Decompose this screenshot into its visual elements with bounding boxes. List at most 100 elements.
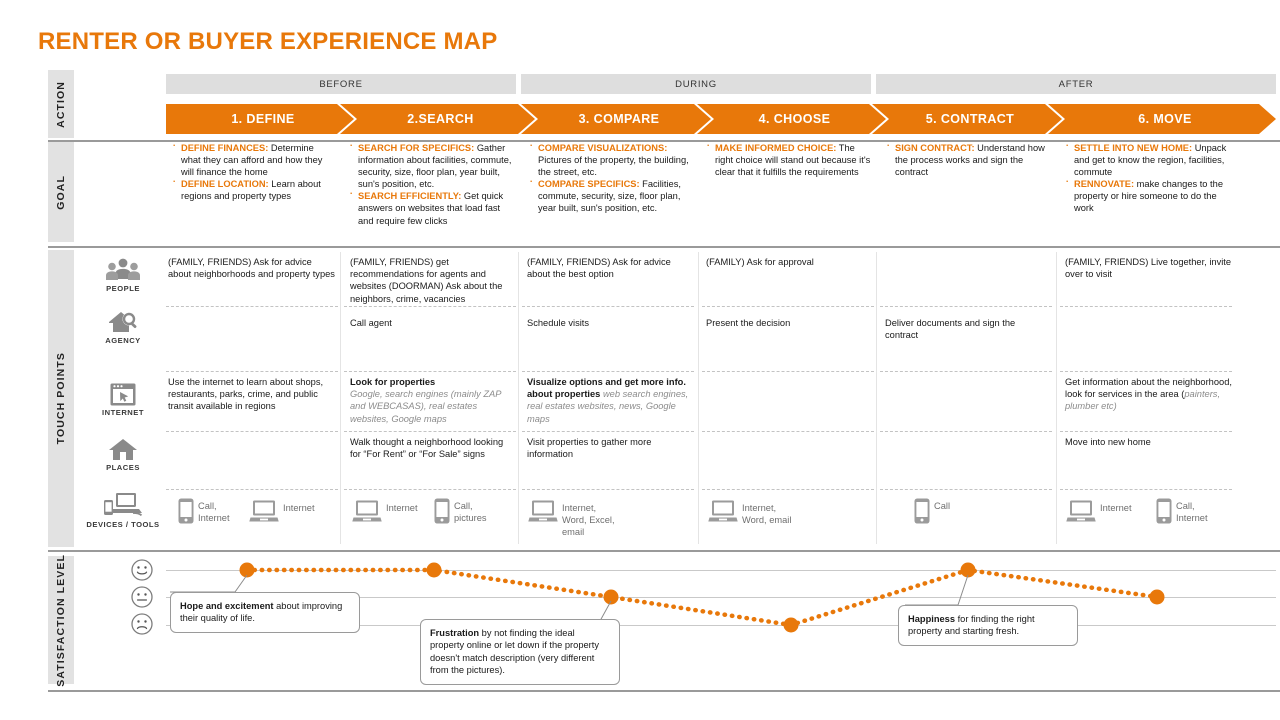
agency-search-icon <box>109 312 137 332</box>
callout-happiness: Happiness for finding the right property… <box>898 605 1078 646</box>
row-divider <box>344 371 516 372</box>
stage-1-define[interactable]: 1. DEFINE <box>166 104 354 134</box>
row-divider <box>344 489 516 490</box>
row-divider <box>166 431 338 432</box>
row-divider <box>880 306 1052 307</box>
experience-map-canvas: RENTER OR BUYER EXPERIENCE MAP ACTION GO… <box>0 0 1280 720</box>
band-label-satisfaction-text: SATISFACTION LEVEL <box>55 553 67 687</box>
callout-frustration: Frustration by not finding the ideal pro… <box>420 619 620 685</box>
band-label-goal: GOAL <box>48 142 74 242</box>
device-label: Internet, Word, Excel, email <box>562 503 615 538</box>
touchpoint-row-places: PLACES <box>92 437 154 472</box>
touchpoint-cell-people-4: (FAMILY) Ask for approval <box>706 257 814 267</box>
band-label-touch-points: TOUCH POINTS <box>48 250 74 547</box>
touchpoint-cell-people-3: (FAMILY, FRIENDS) Ask for advice about t… <box>527 257 671 280</box>
device-label: Call, pictures <box>454 501 487 524</box>
phone-icon <box>1156 498 1172 524</box>
touchpoint-cell-agency-5: Deliver documents and sign the contract <box>885 318 1016 341</box>
column-divider <box>876 252 877 544</box>
goal-item: DEFINE FINANCES: Determine what they can… <box>170 139 334 178</box>
device-label: Internet <box>386 503 418 513</box>
satisfaction-gridline-happy <box>166 570 1276 571</box>
stage-4-choose[interactable]: 4. CHOOSE <box>697 104 886 134</box>
row-divider <box>344 306 516 307</box>
device-item: Internet <box>249 500 315 524</box>
sad-face-icon <box>131 613 153 635</box>
row-divider <box>880 371 1052 372</box>
divider-touchpoints-satisfaction <box>48 550 1280 552</box>
laptop-icon <box>352 500 382 522</box>
divider-goal-touchpoints <box>48 246 1280 248</box>
touchpoint-row-people: PEOPLE <box>92 258 154 293</box>
stage-2-search[interactable]: 2.SEARCH <box>340 104 535 134</box>
row-divider <box>522 306 694 307</box>
touchpoint-cell-internet-2: Look for properties Google, search engine… <box>350 377 502 424</box>
row-divider <box>880 431 1052 432</box>
phone-icon <box>914 498 930 524</box>
touchpoint-label-internet: INTERNET <box>102 408 144 417</box>
goal-cell-move: SETTLE INTO NEW HOME: Unpack and get to … <box>1063 139 1235 215</box>
goal-cell-choose: MAKE INFORMED CHOICE: The right choice w… <box>704 139 874 178</box>
band-label-satisfaction: SATISFACTION LEVEL <box>48 553 74 687</box>
touchpoint-cell-people-2: (FAMILY, FRIENDS) get recommendations fo… <box>350 257 503 304</box>
stage-4-label: 4. CHOOSE <box>758 112 831 126</box>
touchpoint-cell-agency-4: Present the decision <box>706 318 791 328</box>
device-item: Internet <box>352 500 418 524</box>
goal-cell-compare: COMPARE VISUALIZATIONS: Pictures of the … <box>527 139 693 215</box>
goal-item: RENNOVATE: make changes to the property … <box>1063 175 1235 214</box>
stage-6-move[interactable]: 6. MOVE <box>1048 104 1276 134</box>
device-item: Internet, Word, Excel, email <box>528 500 615 539</box>
row-divider <box>880 489 1052 490</box>
touchpoint-label-devices: DEVICES / TOOLS <box>86 520 160 529</box>
stage-3-compare[interactable]: 3. COMPARE <box>521 104 711 134</box>
neutral-face-icon <box>131 586 153 608</box>
page-title: RENTER OR BUYER EXPERIENCE MAP <box>38 28 498 55</box>
phase-label-after: AFTER <box>1058 78 1094 90</box>
goal-cell-search: SEARCH FOR SPECIFICS: Gather information… <box>347 139 515 227</box>
goal-item: MAKE INFORMED CHOICE: The right choice w… <box>704 139 874 178</box>
device-label: Internet, Word, email <box>742 503 792 526</box>
row-divider <box>522 371 694 372</box>
device-label: Internet <box>283 503 315 513</box>
row-divider <box>166 489 338 490</box>
touchpoint-cell-people-6: (FAMILY, FRIENDS) Live together, invite … <box>1065 257 1232 280</box>
stage-5-label: 5. CONTRACT <box>925 112 1015 126</box>
row-divider <box>702 306 874 307</box>
touchpoint-cell-agency-2: Call agent <box>350 318 392 328</box>
goal-item: SIGN CONTRACT: Understand how the proces… <box>884 139 1052 178</box>
stage-5-contract[interactable]: 5. CONTRACT <box>872 104 1062 134</box>
phase-bar-during: DURING <box>521 74 871 94</box>
row-divider <box>522 431 694 432</box>
touchpoint-cell-internet-1: Use the internet to learn about shops, r… <box>168 377 324 412</box>
device-label: Call, Internet <box>1176 501 1208 524</box>
touchpoint-cell-agency-3: Schedule visits <box>527 318 590 328</box>
goal-cell-define: DEFINE FINANCES: Determine what they can… <box>170 139 334 202</box>
touchpoint-row-internet: INTERNET <box>92 383 154 417</box>
goal-item: SETTLE INTO NEW HOME: Unpack and get to … <box>1063 139 1235 178</box>
band-label-action: ACTION <box>48 70 74 138</box>
device-label: Call <box>934 501 951 511</box>
people-icon <box>106 258 140 280</box>
band-label-action-text: ACTION <box>55 80 67 128</box>
divider-bottom <box>48 690 1280 692</box>
row-divider <box>702 371 874 372</box>
phase-label-before: BEFORE <box>319 78 363 90</box>
row-divider <box>522 489 694 490</box>
touchpoint-cell-people-1: (FAMILY, FRIENDS) Ask for advice about n… <box>168 257 335 280</box>
column-divider <box>340 252 341 544</box>
band-label-touch-points-text: TOUCH POINTS <box>55 352 67 445</box>
touchpoint-row-devices: DEVICES / TOOLS <box>84 492 162 529</box>
touchpoint-cell-internet-6: Get information about the neighborhood, … <box>1065 377 1232 412</box>
device-item: Internet <box>1066 500 1132 524</box>
band-label-goal-text: GOAL <box>55 174 67 210</box>
touchpoint-row-agency: AGENCY <box>92 309 154 345</box>
device-item: Call <box>914 498 950 524</box>
internet-browser-icon <box>110 383 136 406</box>
goal-item: COMPARE SPECIFICS: Facilities, commute, … <box>527 175 693 214</box>
row-divider <box>344 431 516 432</box>
device-item: Call, pictures <box>434 498 487 524</box>
phone-icon <box>434 498 450 524</box>
goal-item: COMPARE VISUALIZATIONS: Pictures of the … <box>527 139 693 178</box>
device-label: Call, Internet <box>198 501 230 524</box>
row-divider <box>702 489 874 490</box>
